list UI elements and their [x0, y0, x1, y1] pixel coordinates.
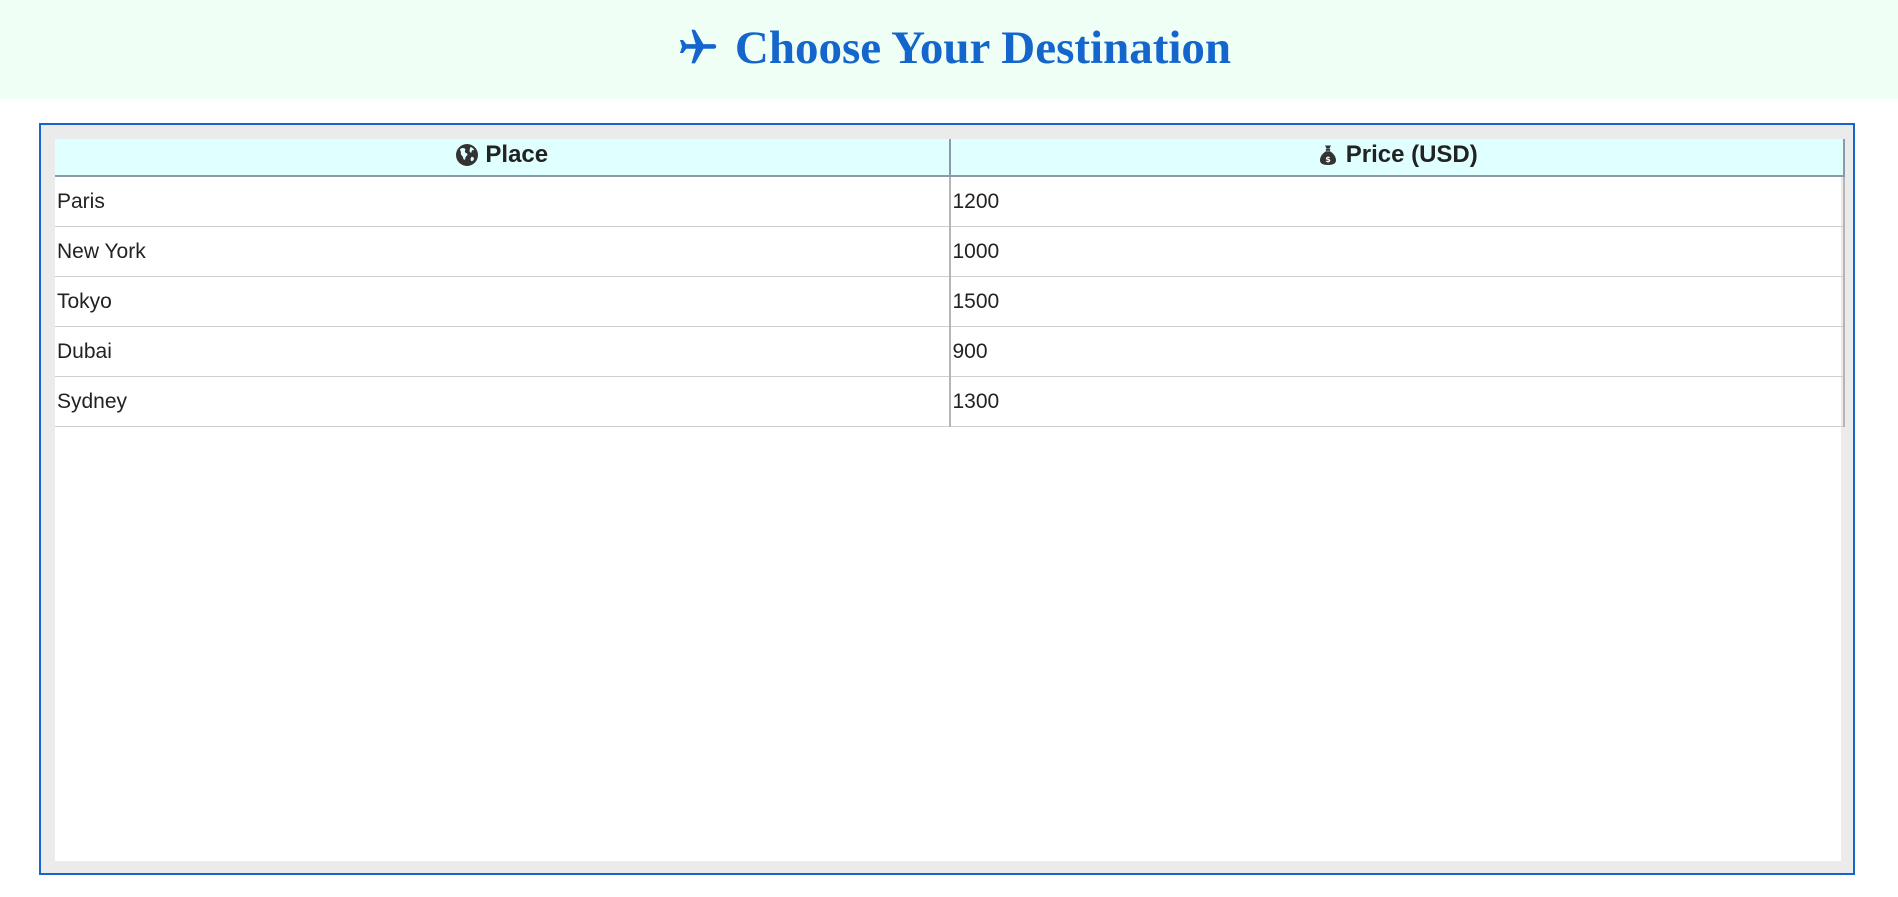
- airplane-icon: [679, 29, 717, 63]
- price-cell: 1200: [949, 176, 1845, 227]
- place-cell: New York: [55, 226, 951, 277]
- table-row[interactable]: Dubai 900: [55, 326, 1845, 377]
- column-header-price-label: Price (USD): [1345, 140, 1478, 168]
- destination-table: Place $ Price (USD) Paris 1200 New York …: [55, 139, 1845, 427]
- svg-text:$: $: [1325, 155, 1331, 164]
- table-frame: Place $ Price (USD) Paris 1200 New York …: [39, 123, 1855, 875]
- table-header-row: Place $ Price (USD): [55, 139, 1845, 177]
- price-cell: 1000: [949, 226, 1845, 277]
- place-cell: Dubai: [55, 326, 951, 377]
- table-row[interactable]: New York 1000: [55, 226, 1845, 277]
- page-title: Choose Your Destination: [734, 21, 1232, 74]
- table-row[interactable]: Tokyo 1500: [55, 276, 1845, 327]
- price-cell: 900: [949, 326, 1845, 377]
- table-row[interactable]: Sydney 1300: [55, 376, 1845, 427]
- price-cell: 1300: [949, 376, 1845, 427]
- page-header: Choose Your Destination: [0, 0, 1898, 99]
- column-header-place[interactable]: Place: [55, 139, 951, 177]
- globe-icon: [456, 143, 479, 166]
- place-cell: Tokyo: [55, 276, 951, 327]
- place-cell: Paris: [55, 176, 951, 227]
- money-bag-icon: $: [1319, 145, 1336, 165]
- price-cell: 1500: [949, 276, 1845, 327]
- table-panel: Place $ Price (USD) Paris 1200 New York …: [55, 139, 1845, 861]
- table-row[interactable]: Paris 1200: [55, 176, 1845, 227]
- column-header-place-label: Place: [485, 140, 549, 168]
- page-title-group: Choose Your Destination: [675, 21, 1231, 75]
- column-header-price[interactable]: $ Price (USD): [949, 139, 1845, 177]
- place-cell: Sydney: [55, 376, 951, 427]
